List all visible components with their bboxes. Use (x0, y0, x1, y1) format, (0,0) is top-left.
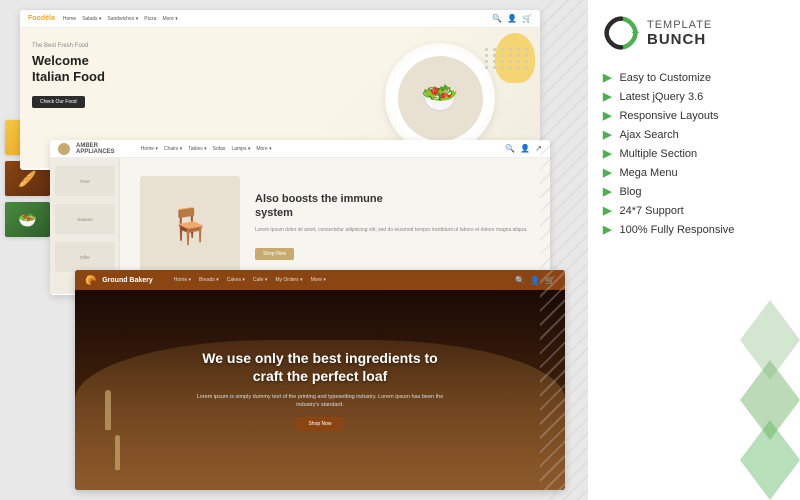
t3-nav-links: Home ▾ Breads ▾ Cakes ▾ Cafe ▾ My Orders… (174, 277, 326, 283)
t1-headline: WelcomeWelcome Italian FoodItalian Food (32, 53, 328, 84)
feature-text-2: Latest jQuery 3.6 (619, 91, 703, 103)
t3-logo-icon: 🥐 (85, 275, 96, 286)
t3-spoon-2 (115, 435, 120, 470)
arrow-icon-5: ▶ (603, 147, 611, 160)
feature-text-9: 100% Fully Responsive (619, 224, 734, 236)
t1-cta[interactable]: Check Our Food (32, 96, 85, 108)
diamonds-svg (740, 300, 800, 500)
t1-tagline: The Best Fresh Food (32, 43, 328, 49)
t3-cart-icon: 🛒 (545, 276, 555, 285)
cart-icon: 🛒 (522, 14, 532, 23)
sidebar-item-2: Season (55, 204, 115, 234)
thumb-vegs: 🥗 (5, 202, 50, 237)
t3-headline: We use only the best ingredients tocraft… (195, 349, 445, 385)
search-icon: 🔍 (492, 14, 502, 23)
left-panel: 🍜 🥖 🥗 Foodéla Home Salads ▾ Sandwiches ▾… (0, 0, 588, 500)
diamond-decorations (740, 300, 800, 500)
t1-nav: Foodéla Home Salads ▾ Sandwiches ▾ Pizza… (20, 10, 540, 28)
feature-item-7: ▶ Blog (603, 185, 785, 198)
t3-search-icon: 🔍 (515, 276, 525, 285)
t3-user-icon: 👤 (530, 276, 540, 285)
arrow-icon-8: ▶ (603, 204, 611, 217)
tb-logo-svg (603, 15, 639, 51)
t2-body-text: Lorem ipsum dolor sit amet, consectetur … (255, 227, 530, 235)
t2-text-area: Also boosts the immunesystem Lorem ipsum… (255, 192, 530, 260)
t3-nav: 🥐 Ground Bakery Home ▾ Breads ▾ Cakes ▾ … (75, 270, 565, 290)
t3-nav-icons: 🔍 👤 🛒 (515, 276, 555, 285)
food-plate: 🥗 (385, 43, 495, 153)
feature-item-9: ▶ 100% Fully Responsive (603, 223, 785, 236)
feature-item-4: ▶ Ajax Search (603, 128, 785, 141)
t2-headline: Also boosts the immunesystem (255, 192, 530, 221)
feature-item-5: ▶ Multiple Section (603, 147, 785, 160)
t2-chair-image: 🪑 (140, 176, 240, 276)
templatebunch-logo (603, 15, 639, 51)
bunch-word: BUNch (647, 31, 712, 48)
templatebunch-title: template BUNch (647, 19, 712, 48)
t1-nav-icons: 🔍 👤 🛒 (492, 14, 532, 23)
arrow-icon-2: ▶ (603, 90, 611, 103)
t2-nav: AMBERAPPLIANCES Home ▾ Chairs ▾ Tables ▾… (50, 140, 550, 158)
feature-text-4: Ajax Search (619, 129, 678, 141)
feature-item-8: ▶ 24*7 Support (603, 204, 785, 217)
template-preview-3: 🥐 Ground Bakery Home ▾ Breads ▾ Cakes ▾ … (75, 270, 565, 490)
t3-logo: Ground Bakery (102, 277, 153, 284)
t3-hero: We use only the best ingredients tocraft… (75, 290, 565, 490)
feature-text-8: 24*7 Support (619, 205, 683, 217)
arrow-icon-3: ▶ (603, 109, 611, 122)
t2-share-icon: ↗ (535, 144, 542, 153)
feature-item-1: ▶ Easy to Customize (603, 71, 785, 84)
t1-logo: Foodéla (28, 15, 55, 22)
user-icon: 👤 (507, 14, 517, 23)
dots-pattern (485, 48, 530, 69)
feature-item-6: ▶ Mega Menu (603, 166, 785, 179)
t2-logo-circle (58, 143, 70, 155)
template-word: template (647, 19, 712, 31)
food-plate-inner: 🥗 (398, 56, 483, 141)
t3-text-overlay: We use only the best ingredients tocraft… (195, 349, 445, 432)
t2-cta[interactable]: Shop Now (255, 248, 294, 260)
arrow-icon-4: ▶ (603, 128, 611, 141)
right-panel: template BUNch ▶ Easy to Customize ▶ Lat… (588, 0, 800, 500)
feature-text-1: Easy to Customize (619, 72, 711, 84)
t2-search-icon: 🔍 (505, 144, 515, 153)
t2-logo-text: AMBERAPPLIANCES (76, 143, 115, 155)
t2-nav-links: Home ▾ Chairs ▾ Tables ▾ Sofas Lamps ▾ M… (141, 146, 272, 152)
t3-cta[interactable]: Shop Now (296, 417, 343, 431)
t3-spoon-1 (105, 390, 111, 430)
arrow-icon-9: ▶ (603, 223, 611, 236)
sidebar-item-3: Offer (55, 242, 115, 272)
feature-text-3: Responsive Layouts (619, 110, 718, 122)
sidebar-item-1: Free (55, 166, 115, 196)
feature-text-6: Mega Menu (619, 167, 677, 179)
t3-tools (105, 390, 120, 470)
t1-nav-links: Home Salads ▾ Sandwiches ▾ Pizza More ▾ (63, 16, 178, 22)
t2-nav-icons: 🔍 👤 ↗ (505, 144, 542, 153)
arrow-icon-1: ▶ (603, 71, 611, 84)
templatebunch-header: template BUNch (603, 15, 785, 51)
features-list: ▶ Easy to Customize ▶ Latest jQuery 3.6 … (603, 71, 785, 236)
feature-text-7: Blog (619, 186, 641, 198)
feature-item-3: ▶ Responsive Layouts (603, 109, 785, 122)
feature-text-5: Multiple Section (619, 148, 697, 160)
feature-item-2: ▶ Latest jQuery 3.6 (603, 90, 785, 103)
arrow-icon-7: ▶ (603, 185, 611, 198)
t2-user-icon: 👤 (520, 144, 530, 153)
arrow-icon-6: ▶ (603, 166, 611, 179)
t3-subtext: Lorem ipsum is simply dummy text of the … (195, 393, 445, 410)
